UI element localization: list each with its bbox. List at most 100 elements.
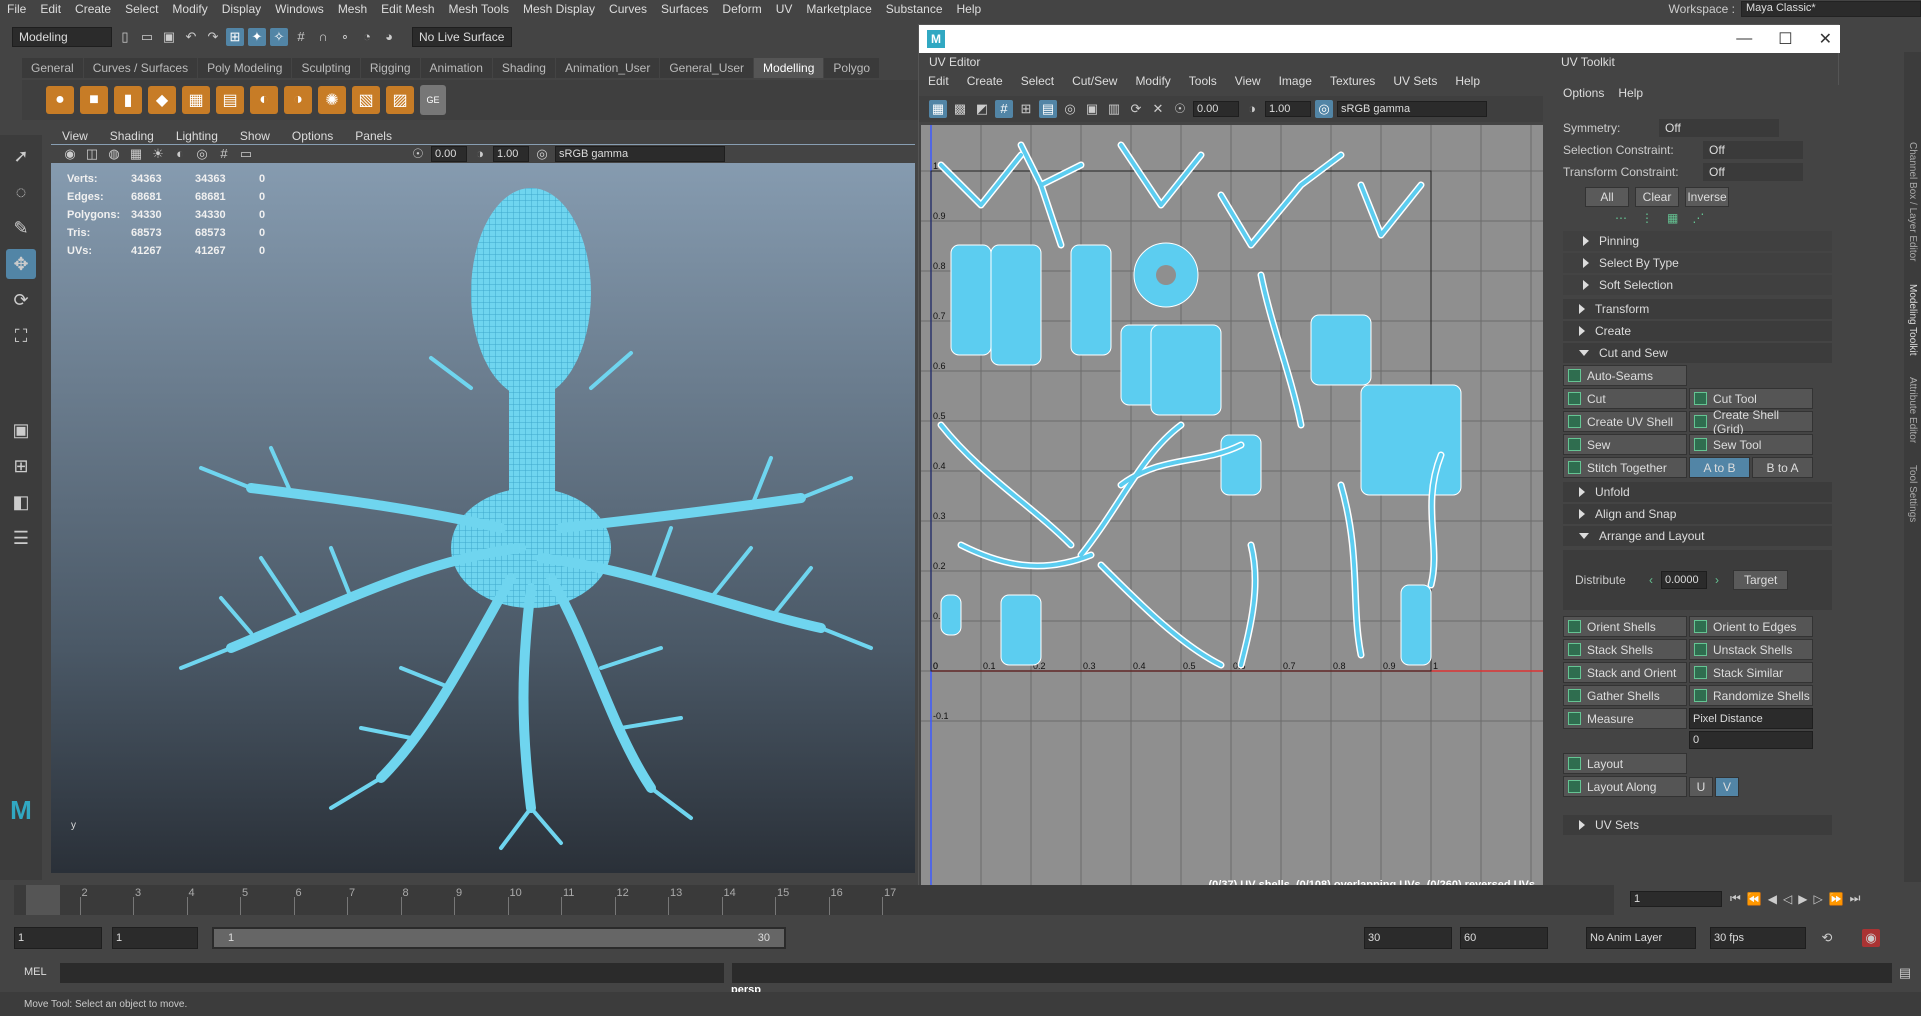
uv-gamma-field[interactable]: 1.00: [1265, 101, 1311, 117]
uv-shell[interactable]: [1000, 594, 1042, 666]
select-all-button[interactable]: All: [1585, 187, 1629, 207]
menu-select[interactable]: Select: [118, 2, 165, 16]
cut-button[interactable]: Cut: [1563, 388, 1687, 409]
maximize-icon[interactable]: ☐: [1778, 29, 1792, 49]
gather-shells-button[interactable]: Gather Shells: [1563, 685, 1687, 706]
go-start-icon[interactable]: ⏮: [1730, 891, 1741, 906]
step-forward-key-icon[interactable]: ⏩: [1829, 892, 1844, 906]
uv-snap-icon[interactable]: ⊞: [1017, 100, 1035, 118]
bridge-icon[interactable]: ◑: [284, 86, 312, 114]
play-forward-icon[interactable]: ▶: [1798, 892, 1807, 906]
shelf-tab-animation[interactable]: Animation: [420, 58, 492, 78]
to-face-icon[interactable]: ▦: [1667, 211, 1678, 225]
shelf-tab-rigging[interactable]: Rigging: [360, 58, 420, 78]
menu-edit-mesh[interactable]: Edit Mesh: [374, 2, 441, 16]
shelf-tab-general-user[interactable]: General_User: [660, 58, 754, 78]
uv-menu-view[interactable]: View: [1226, 74, 1270, 88]
mel-label[interactable]: MEL: [24, 966, 47, 978]
shelf-tab-poly-modeling[interactable]: Poly Modeling: [198, 58, 292, 78]
cut-and-sew-section[interactable]: Cut and Sew: [1563, 343, 1832, 363]
select-object-icon[interactable]: ✦: [248, 28, 266, 46]
loop-icon[interactable]: ⟲: [1818, 929, 1836, 947]
uv-texture-grid[interactable]: 1 0.9 0.8 0.7 0.6 0.5 0.4 0.3 0.2 0.1 0 -0.1 0 0.1 0.2…: [921, 70, 1543, 895]
menu-modify[interactable]: Modify: [165, 2, 214, 16]
shelf-tab-modelling[interactable]: Modelling: [754, 58, 824, 78]
uv-distortion-icon[interactable]: ◩: [973, 100, 991, 118]
uv-menu-uv-sets[interactable]: UV Sets: [1384, 74, 1446, 88]
unstack-shells-button[interactable]: Unstack Shells: [1689, 639, 1813, 660]
step-back-key-icon[interactable]: ⏪: [1747, 892, 1762, 906]
uv-shell[interactable]: [950, 244, 992, 356]
stack-and-orient-button[interactable]: Stack and Orient: [1563, 662, 1687, 683]
anim-layer-dropdown[interactable]: No Anim Layer: [1586, 927, 1696, 949]
uv-exposure-field[interactable]: 0.00: [1193, 101, 1239, 117]
menu-mesh-tools[interactable]: Mesh Tools: [442, 2, 516, 16]
two-layout-icon[interactable]: ◧: [6, 487, 36, 517]
distribute-right-icon[interactable]: ›: [1715, 573, 1719, 587]
shelf-tab-curves-surfaces[interactable]: Curves / Surfaces: [83, 58, 198, 78]
uv-shell[interactable]: [940, 594, 962, 636]
cut-tool-button[interactable]: Cut Tool: [1689, 388, 1813, 409]
menu-surfaces[interactable]: Surfaces: [654, 2, 715, 16]
inverse-selection-button[interactable]: Inverse: [1685, 187, 1729, 207]
uv-menu-create[interactable]: Create: [958, 74, 1012, 88]
distribute-left-icon[interactable]: ‹: [1649, 573, 1653, 587]
uv-colorspace-dropdown[interactable]: sRGB gamma: [1337, 101, 1487, 117]
uv-grid-icon[interactable]: #: [995, 100, 1013, 118]
save-scene-icon[interactable]: ▣: [160, 28, 178, 46]
selection-constraint-dropdown[interactable]: Off: [1703, 141, 1803, 159]
to-uv-icon[interactable]: ⋰: [1692, 211, 1704, 225]
select-by-type-section[interactable]: Select By Type: [1563, 253, 1832, 273]
four-layout-icon[interactable]: ⊞: [6, 451, 36, 481]
stitch-together-button[interactable]: Stitch Together: [1563, 457, 1687, 478]
create-section[interactable]: Create: [1563, 321, 1832, 341]
attribute-editor-tab[interactable]: Attribute Editor: [1907, 377, 1918, 443]
transform-section[interactable]: Transform: [1563, 299, 1832, 319]
single-layout-icon[interactable]: ▣: [6, 415, 36, 445]
auto-key-icon[interactable]: ◉: [1862, 929, 1880, 947]
measure-value-field[interactable]: 0: [1689, 731, 1813, 749]
redo-icon[interactable]: ↷: [204, 28, 222, 46]
align-snap-section[interactable]: Align and Snap: [1563, 504, 1832, 524]
measure-button[interactable]: Measure: [1563, 708, 1687, 729]
extrude-icon[interactable]: ▤: [216, 86, 244, 114]
auto-seams-button[interactable]: Auto-Seams: [1563, 365, 1687, 386]
stitch-a-to-b-button[interactable]: A to B: [1689, 457, 1750, 478]
menu-marketplace[interactable]: Marketplace: [799, 2, 878, 16]
uv-shell[interactable]: [1150, 324, 1222, 416]
uv-lock-icon[interactable]: ✕: [1149, 100, 1167, 118]
tool-settings-tab[interactable]: Tool Settings: [1907, 465, 1918, 522]
menu-windows[interactable]: Windows: [268, 2, 331, 16]
range-bar[interactable]: 1 30: [212, 927, 786, 949]
playback-start-field[interactable]: 1: [112, 927, 198, 949]
transform-constraint-dropdown[interactable]: Off: [1703, 163, 1803, 181]
uv-menu-modify[interactable]: Modify: [1126, 74, 1179, 88]
distribute-target-button[interactable]: Target: [1733, 570, 1789, 590]
step-forward-icon[interactable]: ▷: [1813, 892, 1822, 906]
toolkit-menu-help[interactable]: Help: [1618, 86, 1643, 100]
minimize-icon[interactable]: —: [1736, 30, 1752, 48]
menu-help[interactable]: Help: [950, 2, 989, 16]
uv-menu-select[interactable]: Select: [1012, 74, 1063, 88]
layout-v-button[interactable]: V: [1715, 776, 1739, 797]
randomize-shells-button[interactable]: Randomize Shells: [1689, 685, 1813, 706]
uv-texture-icon[interactable]: ▤: [1039, 100, 1057, 118]
snap-curve-icon[interactable]: ∩: [314, 28, 332, 46]
live-surface-field[interactable]: No Live Surface: [412, 27, 512, 47]
play-back-icon[interactable]: ◁: [1783, 892, 1792, 906]
time-slider[interactable]: 1234567891011121314151617 1 ⏮ ⏪ ◀ ◁ ▶ ▷ …: [0, 885, 1921, 915]
uv-menu-textures[interactable]: Textures: [1321, 74, 1384, 88]
scale-tool-icon[interactable]: ⛶: [6, 321, 36, 351]
uv-menu-tools[interactable]: Tools: [1180, 74, 1226, 88]
open-scene-icon[interactable]: ▭: [138, 28, 156, 46]
plane-icon[interactable]: ◆: [148, 86, 176, 114]
outliner-layout-icon[interactable]: ☰: [6, 523, 36, 553]
select-component-icon[interactable]: ✧: [270, 28, 288, 46]
go-end-icon[interactable]: ⏭: [1850, 891, 1861, 906]
step-back-icon[interactable]: ◀: [1768, 892, 1777, 906]
orient-to-edges-button[interactable]: Orient to Edges: [1689, 616, 1813, 637]
uv-branch-shell[interactable]: [1117, 141, 1205, 209]
uv-checker-icon[interactable]: ▥: [1105, 100, 1123, 118]
ge-script-button[interactable]: GE: [420, 85, 446, 115]
uv-shell[interactable]: [990, 244, 1042, 366]
